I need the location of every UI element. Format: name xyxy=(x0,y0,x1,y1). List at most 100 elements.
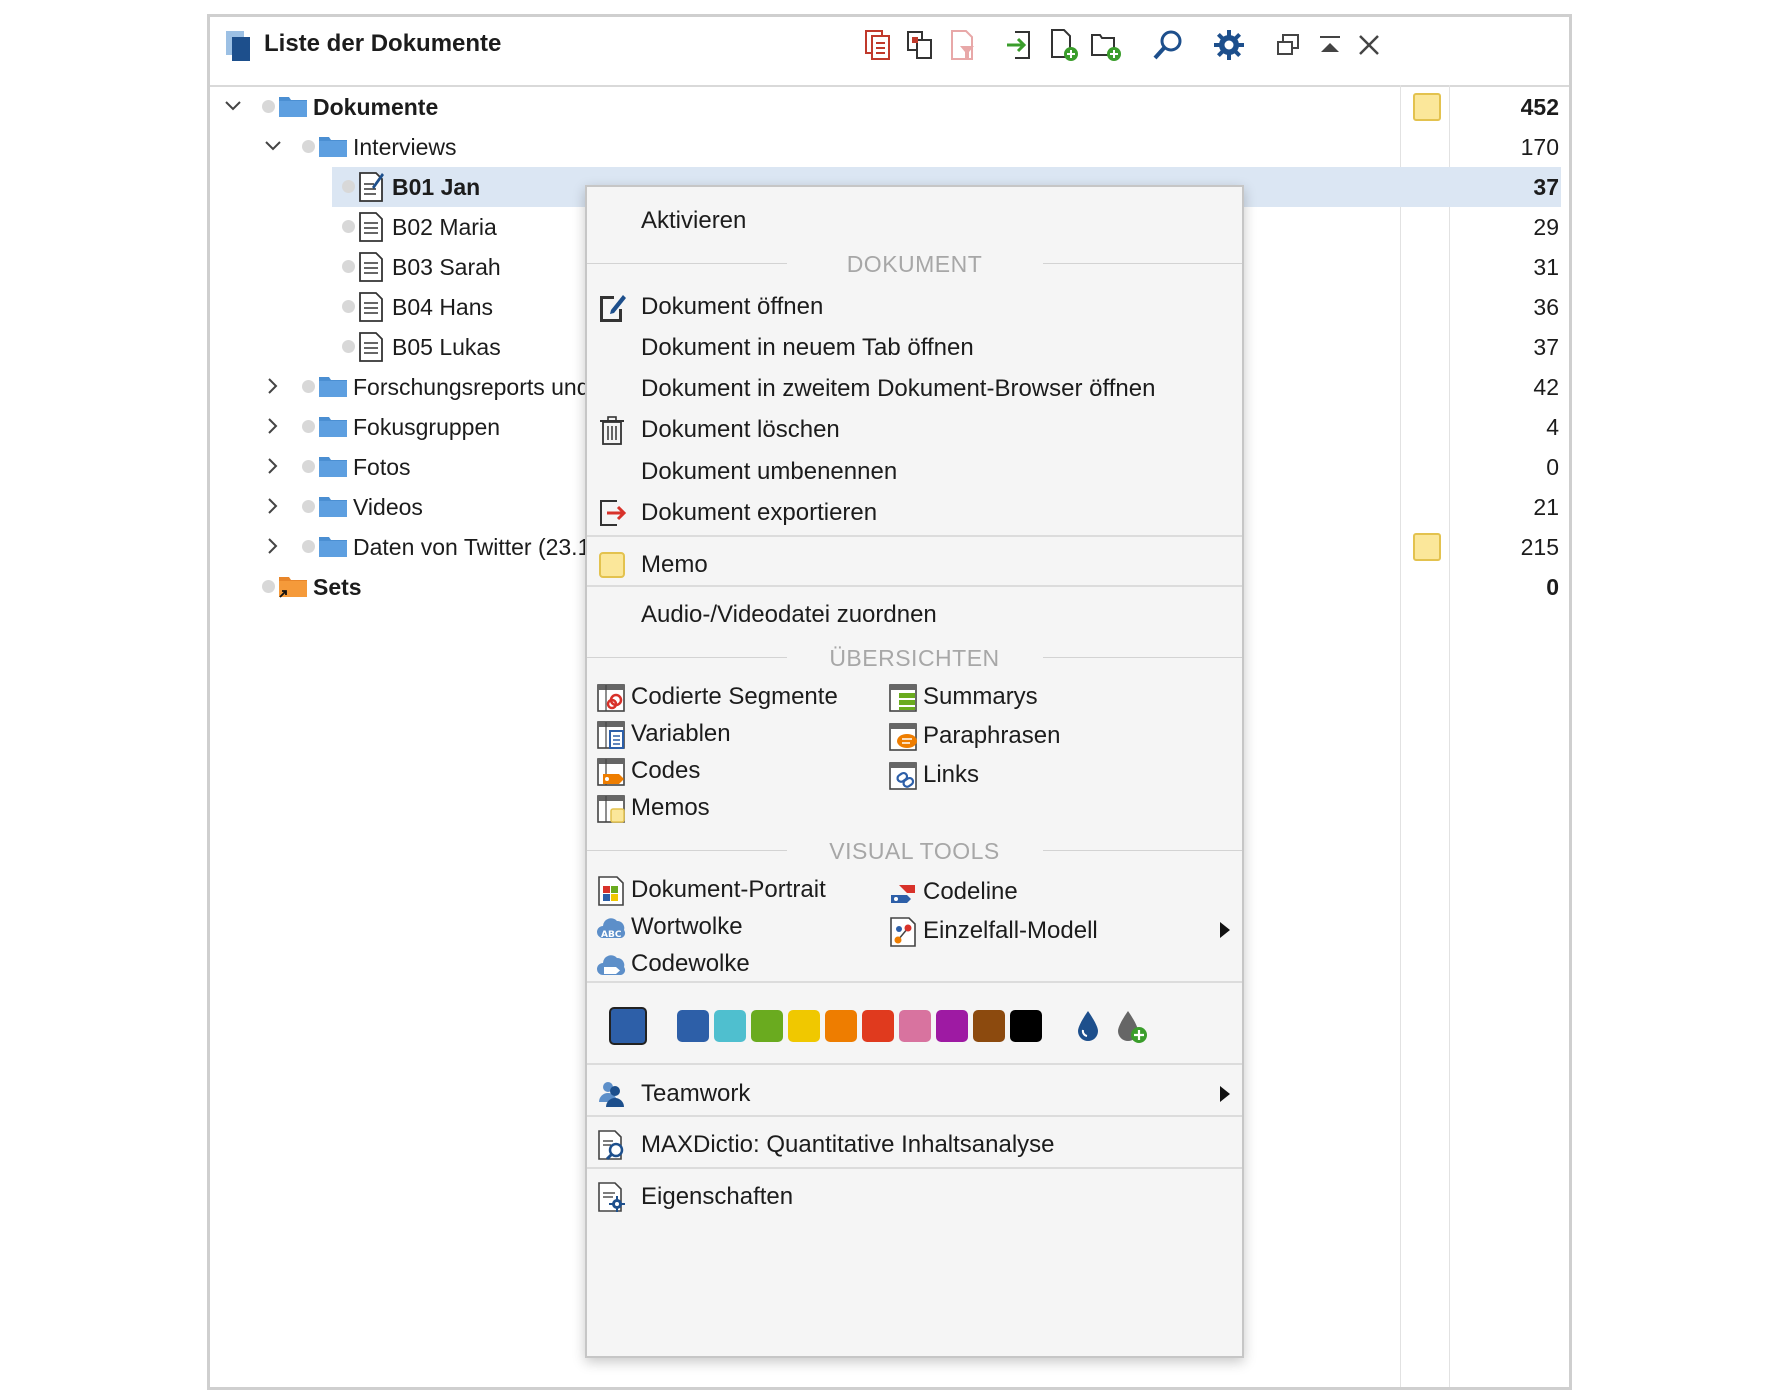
document-icon xyxy=(359,212,383,242)
menu-item-open-new-tab[interactable]: Dokument in neuem Tab öffnen xyxy=(587,326,1242,370)
coded-segments-count: 4 xyxy=(1546,414,1559,440)
status-dot xyxy=(302,540,315,553)
tree-label: Dokumente xyxy=(313,94,439,120)
visual-tool-label: Dokument-Portrait xyxy=(631,876,826,903)
menu-item-assign-media[interactable]: Audio-/Videodatei zuordnen xyxy=(587,593,1242,637)
chevron-right-icon[interactable] xyxy=(264,497,282,515)
submenu-arrow-icon xyxy=(1220,922,1230,938)
chevron-right-icon[interactable] xyxy=(264,417,282,435)
tree-label: B01 Jan xyxy=(392,174,481,200)
folder-icon xyxy=(319,457,347,477)
overview-label: Summarys xyxy=(923,683,1038,710)
menu-item-maxdictio[interactable]: MAXDictio: Quantitative Inhaltsanalyse xyxy=(587,1123,1242,1167)
word-cloud-icon: ABC xyxy=(597,918,626,940)
search-icon[interactable] xyxy=(1150,27,1186,63)
coded-segments-count: 37 xyxy=(1533,174,1559,200)
memo-icon[interactable] xyxy=(1413,93,1441,121)
menu-item-delete-document[interactable]: Dokument löschen xyxy=(587,408,1242,452)
folder-icon xyxy=(279,97,307,117)
status-dot xyxy=(342,220,355,233)
tree-label: Sets xyxy=(313,574,362,600)
menu-item-label: Audio-/Videodatei zuordnen xyxy=(641,601,937,628)
close-icon[interactable] xyxy=(1351,27,1387,63)
menu-item-rename-document[interactable]: Dokument umbenennen xyxy=(587,450,1242,494)
tree-row-root[interactable]: Dokumente 452 xyxy=(210,87,1569,127)
chevron-right-icon[interactable] xyxy=(264,377,282,395)
maxdictio-icon xyxy=(598,1130,624,1161)
color-swatch[interactable] xyxy=(862,1010,894,1042)
menu-item-activate[interactable]: Aktivieren xyxy=(587,199,1242,243)
color-swatch[interactable] xyxy=(788,1010,820,1042)
menu-item-properties[interactable]: Eigenschaften xyxy=(587,1175,1242,1219)
import-icon[interactable] xyxy=(1002,27,1038,63)
coded-segments-count: 170 xyxy=(1520,134,1559,160)
settings-gear-icon[interactable] xyxy=(1211,27,1247,63)
sets-folder-icon xyxy=(279,577,307,598)
status-dot xyxy=(262,580,275,593)
filter-document-icon[interactable] xyxy=(945,27,981,63)
section-header-document: DOKUMENT xyxy=(587,249,1242,279)
coded-segments-count: 0 xyxy=(1546,574,1559,600)
color-drop-icon[interactable] xyxy=(1075,1009,1101,1043)
menu-item-open-second-browser[interactable]: Dokument in zweitem Dokument-Browser öff… xyxy=(587,367,1242,411)
duplicate-icon[interactable] xyxy=(902,27,938,63)
section-title: ÜBERSICHTEN xyxy=(829,645,1000,671)
menu-item-memo[interactable]: Memo xyxy=(587,543,1242,587)
undock-window-icon[interactable] xyxy=(1270,27,1306,63)
document-portrait-icon xyxy=(598,876,624,906)
menu-item-label: Dokument in zweitem Dokument-Browser öff… xyxy=(641,375,1156,402)
color-swatch[interactable] xyxy=(751,1010,783,1042)
svg-text:ABC: ABC xyxy=(601,930,622,940)
divider xyxy=(587,1167,1242,1169)
status-dot xyxy=(342,300,355,313)
overview-label: Variablen xyxy=(631,720,731,747)
menu-item-export-document[interactable]: Dokument exportieren xyxy=(587,491,1242,535)
code-cloud-icon xyxy=(597,955,626,975)
coded-segments-count: 31 xyxy=(1533,254,1559,280)
document-edit-icon xyxy=(359,172,384,202)
memo-icon[interactable] xyxy=(1413,533,1441,561)
color-swatch[interactable] xyxy=(899,1010,931,1042)
divider xyxy=(587,1063,1242,1065)
color-swatch[interactable] xyxy=(936,1010,968,1042)
folder-icon xyxy=(319,137,347,157)
section-header-visual-tools: VISUAL TOOLS xyxy=(587,836,1242,866)
new-document-group-icon[interactable] xyxy=(1088,27,1124,63)
chevron-right-icon[interactable] xyxy=(264,537,282,555)
tree-label: Forschungsreports und xyxy=(353,374,590,400)
coded-segments-count: 42 xyxy=(1533,374,1559,400)
divider xyxy=(587,981,1242,983)
menu-item-open-document[interactable]: Dokument öffnen xyxy=(587,285,1242,329)
coded-segments-count: 29 xyxy=(1533,214,1559,240)
copy-documents-icon[interactable] xyxy=(860,27,896,63)
collapse-window-icon[interactable] xyxy=(1312,27,1348,63)
color-swatch[interactable] xyxy=(714,1010,746,1042)
color-swatch[interactable] xyxy=(973,1010,1005,1042)
coded-segments-count: 36 xyxy=(1533,294,1559,320)
coded-segments-count: 21 xyxy=(1533,494,1559,520)
color-swatch[interactable] xyxy=(825,1010,857,1042)
status-dot xyxy=(262,100,275,113)
chevron-down-icon[interactable] xyxy=(264,137,282,155)
color-swatch[interactable] xyxy=(1010,1010,1042,1042)
export-icon xyxy=(600,500,627,526)
status-dot xyxy=(302,140,315,153)
color-swatch[interactable] xyxy=(677,1010,709,1042)
color-swatch-selected[interactable] xyxy=(609,1007,647,1045)
tree-row-interviews[interactable]: Interviews 170 xyxy=(210,127,1569,167)
chevron-right-icon[interactable] xyxy=(264,457,282,475)
add-color-icon[interactable] xyxy=(1115,1009,1149,1045)
teamwork-users-icon xyxy=(599,1082,624,1107)
section-title: VISUAL TOOLS xyxy=(829,838,1000,864)
memo-icon xyxy=(599,552,625,578)
codes-table-icon xyxy=(597,758,625,786)
tree-label: B04 Hans xyxy=(392,294,494,320)
chevron-down-icon[interactable] xyxy=(224,97,242,115)
status-dot xyxy=(342,340,355,353)
divider xyxy=(587,1115,1242,1117)
menu-item-label: Dokument öffnen xyxy=(641,293,824,320)
menu-item-teamwork[interactable]: Teamwork xyxy=(587,1072,1242,1116)
tree-label: Fotos xyxy=(353,454,411,480)
new-document-icon[interactable] xyxy=(1046,27,1082,63)
menu-item-label: Dokument löschen xyxy=(641,416,840,443)
